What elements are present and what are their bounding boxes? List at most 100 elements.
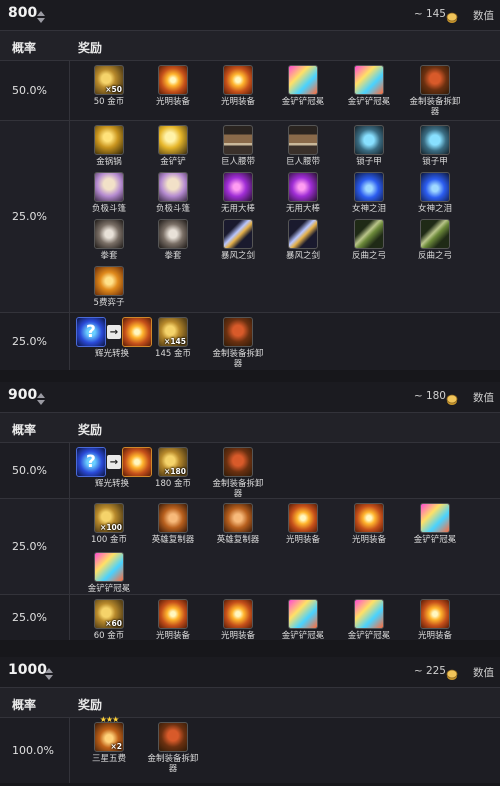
reward-item[interactable]: 无用大棒 [270,172,336,214]
reward-item[interactable]: 拳套 [140,219,206,261]
reward-item[interactable]: 金铲铲 [140,125,206,167]
radiant-icon [354,503,384,533]
section-value: ~ 145 [413,8,446,20]
reward-item[interactable]: 暴风之剑 [205,219,271,261]
reward-item[interactable]: 无用大棒 [205,172,271,214]
remover-icon [158,722,188,752]
reward-item[interactable]: 光明装备 [140,65,206,107]
reward-item-name: 拳套 [100,251,118,261]
spatula-icon [158,125,188,155]
reward-item[interactable]: ×100 100 金币 [76,503,142,545]
belt-icon [223,125,253,155]
reward-item[interactable]: 反曲之弓 [336,219,402,261]
reward-item[interactable]: 光明装备 [270,503,336,545]
reward-item[interactable]: 暴风之剑 [270,219,336,261]
probability-cell: 25.0% [0,313,70,370]
reward-item[interactable]: ×50 50 金币 [76,65,142,107]
coin-icon [446,9,458,23]
section-header: 1000 ~ 225 数值 [0,657,500,687]
radiant-icon [288,503,318,533]
coin-icon [446,391,458,405]
reward-item-name: 暴风之剑 [285,251,320,261]
reward-item[interactable]: 光明装备 [336,503,402,545]
quantity-badge: ×2 [110,742,122,751]
reward-item[interactable]: 光明装备 [140,599,206,641]
reward-item[interactable]: 金制装备拆卸器 [140,722,206,774]
cloak-icon [158,172,188,202]
reward-item-name: 金铲铲冠冕 [87,584,131,594]
quantity-badge: ×180 [164,467,186,476]
quantity-badge: ×145 [164,337,186,346]
reward-item-name: 180 金币 [155,479,191,489]
reward-item-name: 英雄复制器 [216,535,260,545]
reward-item[interactable]: 拳套 [76,219,142,261]
reward-item-name: 巨人腰带 [220,157,255,167]
reward-item[interactable]: 金锅锅 [76,125,142,167]
tear-icon [420,172,450,202]
reward-item[interactable]: 5费弈子 [76,266,142,308]
reward-item-name: 金锅锅 [96,157,122,167]
reward-item[interactable]: 金铲铲冠冕 [76,552,142,594]
reward-item-name: 锁子甲 [356,157,382,167]
arrow-right-icon: → [107,455,121,469]
reward-item[interactable]: 负极斗篷 [140,172,206,214]
reward-item[interactable]: 英雄复制器 [205,503,271,545]
table-row: 50.0% ×50 50 金币 光明装备 光明装备 金铲铲冠冕 金铲铲冠冕 金制装备拆卸器 [0,60,500,120]
reward-item-name: 女神之泪 [351,204,386,214]
reward-item[interactable]: 英雄复制器 [140,503,206,545]
reward-item[interactable]: 反曲之弓 [402,219,468,261]
reward-item[interactable]: ★★★ ×2 三星五费 [76,715,142,764]
sort-icon[interactable] [36,391,46,405]
reward-item[interactable]: 负极斗篷 [76,172,142,214]
reward-item-name: 巨人腰带 [285,157,320,167]
table-header: 概率 奖励 [0,412,500,442]
sort-icon[interactable] [44,666,54,680]
value-label: 数值 [473,10,494,22]
probability-cell: 25.0% [0,499,70,594]
reward-item[interactable]: 金铲铲冠冕 [336,65,402,107]
reward-item[interactable]: 女神之泪 [336,172,402,214]
sort-icon[interactable] [36,9,46,23]
reward-item[interactable]: 光明装备 [402,599,468,641]
reward-item-name: 60 金币 [93,631,125,641]
tear-icon [354,172,384,202]
radiant-icon [420,599,450,629]
reward-item[interactable]: 金铲铲冠冕 [270,599,336,641]
reward-item[interactable]: 女神之泪 [402,172,468,214]
reward-item[interactable]: ×145 145 金币 [140,317,206,359]
crown-icon [420,503,450,533]
reward-item-name: 金制装备拆卸器 [212,349,264,369]
reward-item[interactable]: 金铲铲冠冕 [336,599,402,641]
reward-item[interactable]: 金制装备拆卸器 [205,317,271,369]
reward-item[interactable]: 金铲铲冠冕 [270,65,336,107]
reward-item-name: 三星五费 [91,754,126,764]
reward-item[interactable]: 光明装备 [205,65,271,107]
glove-icon [94,219,124,249]
fivecost-icon [94,266,124,296]
reward-item[interactable]: ×180 180 金币 [140,447,206,489]
probability-cell: 25.0% [0,121,70,312]
reward-item[interactable]: 巨人腰带 [270,125,336,167]
column-header-prob: 概率 [12,423,37,437]
crown-icon [288,65,318,95]
hero-icon [223,503,253,533]
reward-item[interactable]: 金制装备拆卸器 [402,65,468,117]
coins-icon: ×180 [158,447,188,477]
reward-item[interactable]: ×60 60 金币 [76,599,142,641]
reward-item-name: 5费弈子 [93,298,125,308]
radiant-icon [158,65,188,95]
reward-item[interactable]: 巨人腰带 [205,125,271,167]
reward-item[interactable]: 光明装备 [205,599,271,641]
chain-icon [354,125,384,155]
reward-item-name: 英雄复制器 [151,535,195,545]
reward-item[interactable]: 锁子甲 [336,125,402,167]
reward-item-name: 暴风之剑 [220,251,255,261]
bow-icon [354,219,384,249]
quantity-badge: ×100 [100,523,122,532]
reward-item[interactable]: 锁子甲 [402,125,468,167]
reward-item-name: 无用大棒 [285,204,320,214]
column-header-reward: 奖励 [78,423,103,437]
reward-item[interactable]: 金制装备拆卸器 [205,447,271,499]
reward-item[interactable]: 金铲铲冠冕 [402,503,468,545]
reward-item-name: 金铲铲 [160,157,186,167]
